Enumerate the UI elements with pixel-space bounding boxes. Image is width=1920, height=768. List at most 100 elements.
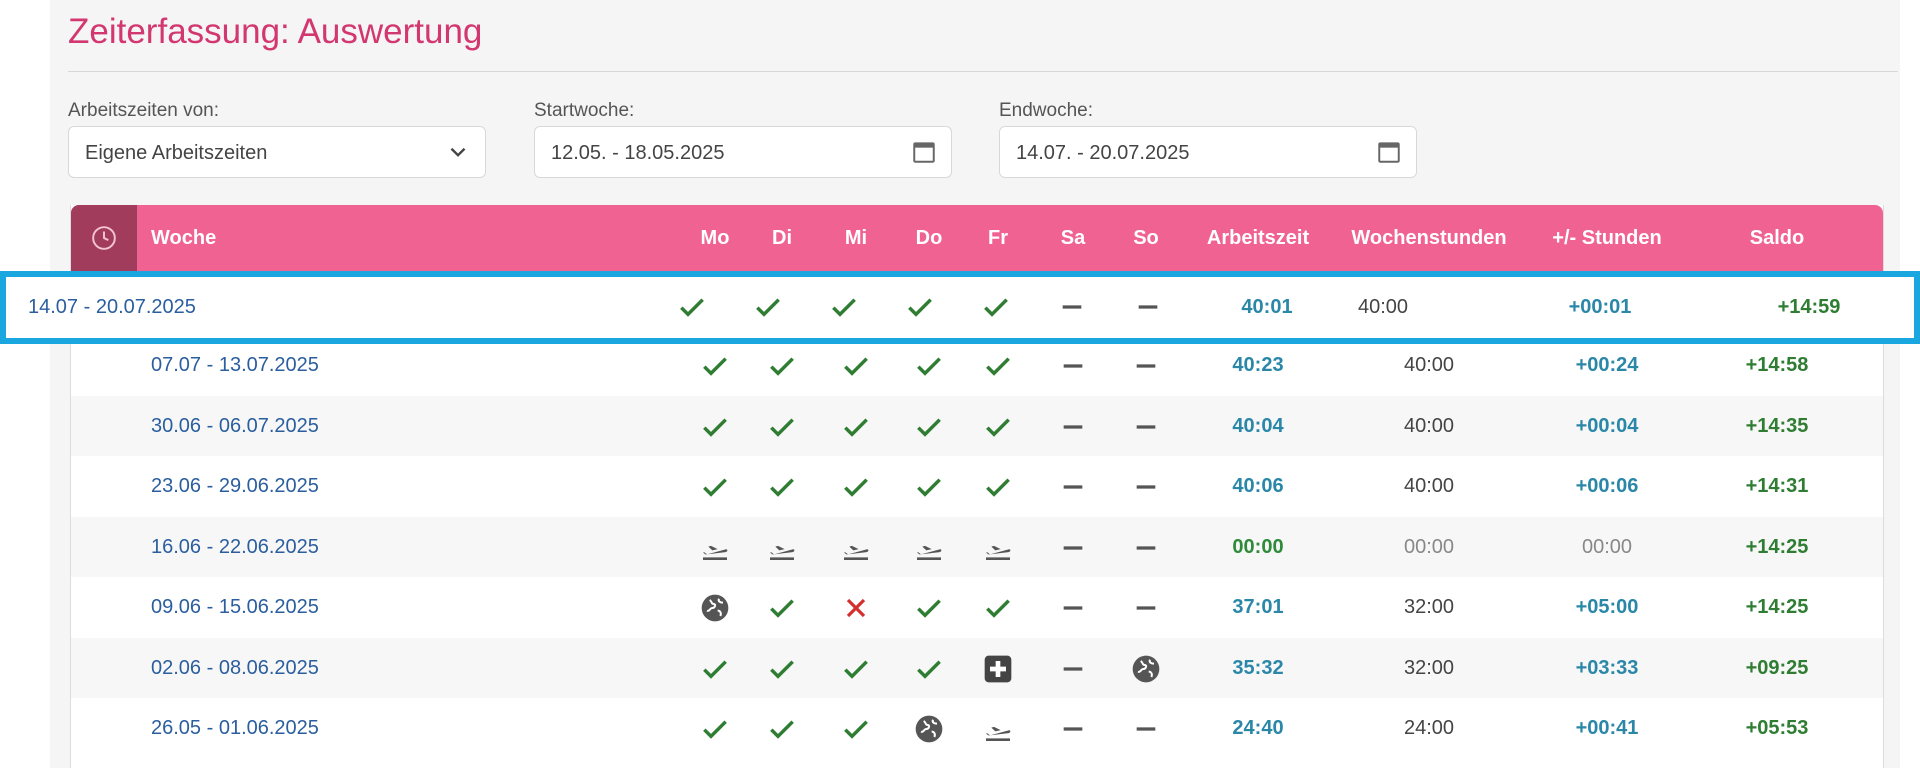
header-woche[interactable]: Woche	[151, 227, 216, 250]
check-icon	[913, 653, 945, 685]
endwoche-label: Endwoche:	[999, 100, 1094, 121]
dash-icon	[1056, 291, 1088, 323]
plusminus-value: +03:33	[1575, 656, 1639, 679]
saldo-value: +14:31	[1745, 475, 1809, 497]
saldo-value: +14:58	[1745, 354, 1809, 376]
header-plusminus: +/- Stunden	[1552, 227, 1662, 249]
check-icon	[699, 713, 731, 745]
title-divider	[68, 71, 1898, 72]
wochenstunden-value: 40:00	[1403, 475, 1455, 497]
check-icon	[982, 471, 1014, 503]
wochenstunden-value: 40:00	[1357, 296, 1409, 318]
header-fr: Fr	[988, 227, 1008, 249]
dash-icon	[1057, 713, 1089, 745]
table-row[interactable]: 30.06 - 06.07.2025 40:04 40:00 +00:04 +14:35	[71, 395, 1883, 456]
check-icon	[840, 350, 872, 382]
arbeitszeiten-label: Arbeitszeiten von:	[68, 100, 220, 121]
header-mi: Mi	[844, 227, 868, 249]
header-di: Di	[772, 227, 792, 249]
week-link[interactable]: 09.06 - 15.06.2025	[151, 577, 319, 637]
week-link[interactable]: 07.07 - 13.07.2025	[151, 335, 319, 395]
arbeitszeit-value: 40:06	[1232, 475, 1284, 497]
calendar-icon[interactable]	[911, 139, 937, 165]
check-icon	[676, 291, 708, 323]
check-icon	[699, 350, 731, 382]
header-do: Do	[915, 227, 943, 249]
table-row[interactable]: 09.06 - 15.06.2025 37:01 32:00 +05:00 +14:25	[71, 577, 1883, 637]
dash-icon	[1130, 592, 1162, 624]
check-icon	[699, 471, 731, 503]
dash-icon	[1130, 532, 1162, 564]
dash-icon	[1057, 592, 1089, 624]
dash-icon	[1130, 411, 1162, 443]
saldo-value: +05:53	[1745, 717, 1809, 739]
saldo-value: +14:59	[1777, 296, 1841, 318]
check-icon	[840, 653, 872, 685]
plusminus-value: +05:00	[1575, 596, 1639, 618]
airplane-departure-icon	[982, 532, 1014, 564]
chevron-down-icon	[450, 147, 466, 157]
airplane-departure-icon	[913, 532, 945, 564]
saldo-value: +14:25	[1745, 596, 1809, 618]
table-row[interactable]: 26.05 - 01.06.2025 24:40 24:00 +00:41 +05:53	[71, 698, 1883, 758]
table-row[interactable]: 16.06 - 22.06.2025 00:00 00:00 00:00 +14:25	[71, 516, 1883, 577]
saldo-value: +14:25	[1745, 535, 1809, 558]
check-icon	[980, 291, 1012, 323]
wochenstunden-value: 40:00	[1403, 354, 1455, 376]
wochenstunden-value: 32:00	[1403, 656, 1455, 679]
check-icon	[766, 713, 798, 745]
startwoche-field[interactable]: 12.05. - 18.05.2025	[534, 126, 952, 178]
arbeitszeiten-select[interactable]: Eigene Arbeitszeiten	[68, 126, 486, 178]
plusminus-value: 00:00	[1581, 535, 1633, 558]
arbeitszeit-value: 37:01	[1232, 596, 1284, 618]
dash-icon	[1057, 653, 1089, 685]
check-icon	[982, 350, 1014, 382]
dash-icon	[1057, 411, 1089, 443]
week-link[interactable]: 30.06 - 06.07.2025	[151, 396, 319, 456]
plusminus-value: +00:24	[1575, 354, 1639, 376]
table-row[interactable]: 07.07 - 13.07.2025 40:23 40:00 +00:24 +14:58	[71, 335, 1883, 395]
plusminus-value: +00:04	[1575, 414, 1639, 437]
dash-icon	[1130, 471, 1162, 503]
wochenstunden-value: 24:00	[1403, 717, 1455, 739]
arbeitszeit-value: 00:00	[1232, 535, 1284, 558]
highlighted-row[interactable]: 14.07 - 20.07.2025 40:01 40:00 +00:01 +14:59	[0, 271, 1920, 344]
arbeitszeit-value: 40:01	[1241, 296, 1293, 318]
check-icon	[840, 471, 872, 503]
globe-icon	[1130, 653, 1162, 685]
week-link[interactable]: 26.05 - 01.06.2025	[151, 698, 319, 758]
globe-icon	[913, 713, 945, 745]
header-sa: Sa	[1060, 227, 1086, 249]
airplane-departure-icon	[766, 532, 798, 564]
week-link[interactable]: 16.06 - 22.06.2025	[151, 517, 319, 577]
endwoche-value: 14.07. - 20.07.2025	[1016, 142, 1190, 164]
dash-icon	[1057, 350, 1089, 382]
clock-icon	[92, 226, 116, 250]
saldo-value: +14:35	[1745, 414, 1809, 437]
wochenstunden-value: 32:00	[1403, 596, 1455, 618]
check-icon	[982, 592, 1014, 624]
check-icon	[840, 713, 872, 745]
check-icon	[766, 350, 798, 382]
endwoche-field[interactable]: 14.07. - 20.07.2025	[999, 126, 1417, 178]
header-wochenstunden: Wochenstunden	[1351, 227, 1507, 249]
check-icon	[699, 411, 731, 443]
calendar-icon[interactable]	[1376, 139, 1402, 165]
check-icon	[752, 291, 784, 323]
table-row[interactable]: 23.06 - 29.06.2025 40:06 40:00 +00:06 +14:31	[71, 456, 1883, 516]
week-link[interactable]: 23.06 - 29.06.2025	[151, 456, 319, 516]
dash-icon	[1057, 532, 1089, 564]
week-link[interactable]: 14.07 - 20.07.2025	[28, 277, 196, 338]
startwoche-value: 12.05. - 18.05.2025	[551, 142, 725, 164]
dash-icon	[1057, 471, 1089, 503]
arbeitszeit-value: 40:23	[1232, 354, 1284, 376]
week-link[interactable]: 02.06 - 08.06.2025	[151, 638, 319, 698]
saldo-value: +09:25	[1745, 656, 1809, 679]
airplane-departure-icon	[699, 532, 731, 564]
plusminus-value: +00:06	[1575, 475, 1639, 497]
table-header: Woche Mo Di Mi Do Fr Sa So Arbeitszeit W…	[71, 205, 1883, 271]
clock-header-cell	[71, 205, 137, 271]
table-row[interactable]: 02.06 - 08.06.2025 35:32 32:00 +03:33 +09:25	[71, 637, 1883, 698]
check-icon	[766, 653, 798, 685]
check-icon	[904, 291, 936, 323]
